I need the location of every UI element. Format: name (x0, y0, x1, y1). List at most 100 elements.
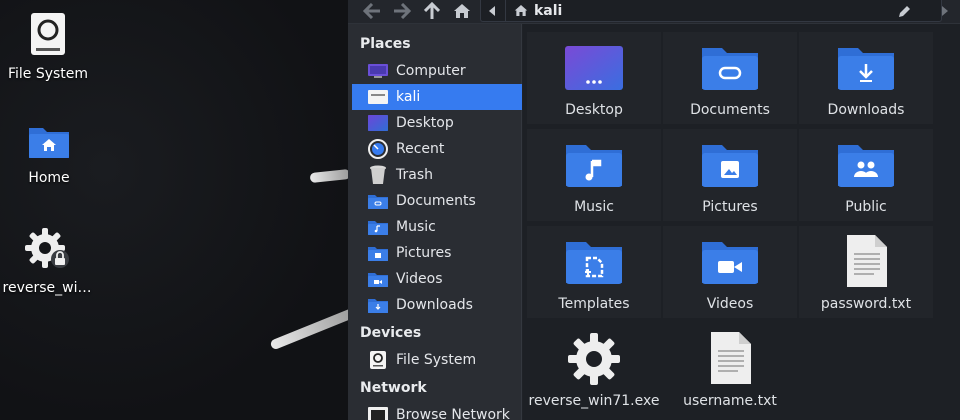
sidebar-item-label: Documents (396, 193, 476, 209)
file-item-label: Templates (558, 296, 630, 312)
drive-icon (368, 351, 388, 369)
file-item-label: Pictures (702, 199, 758, 215)
file-grid: Desktop Documents Downloads Music Pictur… (523, 24, 960, 420)
network-heading: Network (360, 380, 427, 396)
sidebar-item-pictures[interactable]: Pictures (352, 240, 522, 266)
documents-folder-icon (702, 48, 758, 90)
file-item-documents[interactable]: Documents (663, 32, 797, 124)
sidebar-item-label: Recent (396, 141, 445, 157)
path-crumb-kali[interactable]: kali (505, 0, 562, 21)
path-scroll-left-button[interactable] (481, 0, 503, 22)
file-item-downloads[interactable]: Downloads (799, 32, 933, 124)
monitor-icon (368, 63, 388, 79)
file-item-label: username.txt (683, 393, 777, 409)
public-folder-icon (838, 145, 894, 187)
home-folder-icon (29, 128, 69, 158)
file-item-label: Public (845, 199, 887, 215)
desktop-icon-reverse-win[interactable]: reverse_wi… (0, 226, 97, 296)
file-item-label: Documents (690, 102, 770, 118)
chevron-left-icon (489, 6, 495, 16)
network-icon (368, 407, 388, 420)
sidebar-item-documents[interactable]: Documents (352, 188, 522, 214)
wallpaper-stroke (269, 307, 357, 351)
text-file-icon (847, 235, 887, 287)
file-item-reverse-win71-exe[interactable]: reverse_win71.exe (527, 323, 661, 415)
home-icon (514, 5, 528, 16)
desktop-icon-label: reverse_wi… (2, 280, 92, 296)
file-item-music[interactable]: Music (527, 129, 661, 221)
gear-executable-icon (568, 333, 620, 385)
up-arrow-icon (424, 2, 440, 19)
home-button[interactable] (448, 0, 476, 22)
templates-folder-icon (566, 242, 622, 284)
desktop-background: File System Home reverse_wi… (0, 0, 357, 420)
sidebar-item-label: Trash (396, 167, 433, 183)
pictures-folder-icon (368, 245, 388, 261)
sidebar-item-browse-network[interactable]: Browse Network (352, 402, 522, 420)
sidebar-item-label: kali (396, 89, 421, 105)
file-item-label: Music (574, 199, 614, 215)
file-item-label: Desktop (565, 102, 623, 118)
sidebar-item-label: Pictures (396, 245, 452, 261)
file-item-public[interactable]: Public (799, 129, 933, 221)
sidebar-item-downloads[interactable]: Downloads (352, 292, 522, 318)
file-item-pictures[interactable]: Pictures (663, 129, 797, 221)
desktop-icon-file-system[interactable]: File System (0, 12, 98, 82)
sidebar-item-label: File System (396, 352, 477, 368)
sidebar-item-label: Videos (396, 271, 443, 287)
sidebar-item-kali[interactable]: kali (352, 84, 522, 110)
gear-locked-icon (25, 228, 69, 268)
music-folder-icon (566, 145, 622, 187)
drive-icon (31, 13, 65, 55)
edit-location-button[interactable] (891, 0, 917, 22)
forward-button[interactable] (388, 0, 416, 22)
videos-folder-icon (702, 242, 758, 284)
videos-folder-icon (368, 271, 388, 287)
file-item-templates[interactable]: Templates (527, 226, 661, 318)
pencil-icon (898, 5, 910, 17)
text-file-icon (711, 332, 751, 384)
home-drive-icon (368, 89, 388, 105)
sidebar-item-recent[interactable]: Recent (352, 136, 522, 162)
file-item-label: Downloads (827, 102, 905, 118)
sidebar-item-trash[interactable]: Trash (352, 162, 522, 188)
sidebar-item-label: Computer (396, 63, 466, 79)
toolbar: kali (348, 0, 960, 24)
pictures-folder-icon (702, 145, 758, 187)
sidebar-item-desktop[interactable]: Desktop (352, 110, 522, 136)
desktop-icon-home[interactable]: Home (0, 124, 99, 186)
back-button[interactable] (358, 0, 386, 22)
wallpaper-stroke (309, 168, 351, 184)
file-item-username-txt[interactable]: username.txt (663, 323, 797, 415)
home-icon (454, 4, 470, 18)
documents-folder-icon (368, 193, 388, 209)
sidebar-item-label: Downloads (396, 297, 473, 313)
sidebar-item-videos[interactable]: Videos (352, 266, 522, 292)
file-item-videos[interactable]: Videos (663, 226, 797, 318)
file-item-label: password.txt (820, 296, 912, 312)
file-item-label: Videos (706, 296, 754, 312)
forward-arrow-icon (394, 3, 411, 19)
up-button[interactable] (418, 0, 446, 22)
path-scroll-right-button[interactable] (934, 0, 956, 22)
music-folder-icon (368, 219, 388, 235)
downloads-folder-icon (368, 297, 388, 313)
devices-heading: Devices (360, 325, 422, 341)
sidebar-item-computer[interactable]: Computer (352, 58, 522, 84)
file-manager-window: kali Places Computer kali Desktop Recent (348, 0, 960, 420)
places-heading: Places (360, 36, 411, 52)
sidebar-item-music[interactable]: Music (352, 214, 522, 240)
desktop-folder-icon (565, 46, 623, 90)
file-item-desktop[interactable]: Desktop (527, 32, 661, 124)
trash-icon (368, 165, 388, 184)
chevron-right-icon (942, 6, 948, 16)
desktop-icon (368, 115, 388, 131)
desktop-icon-label: Home (28, 170, 70, 186)
sidebar-item-label: Music (396, 219, 436, 235)
sidebar-item-file-system[interactable]: File System (352, 347, 522, 373)
path-crumb-label: kali (534, 2, 563, 19)
file-item-password-txt[interactable]: password.txt (799, 226, 933, 318)
path-bar: kali (480, 0, 942, 22)
desktop-icon-label: File System (7, 66, 89, 82)
back-arrow-icon (363, 3, 380, 19)
